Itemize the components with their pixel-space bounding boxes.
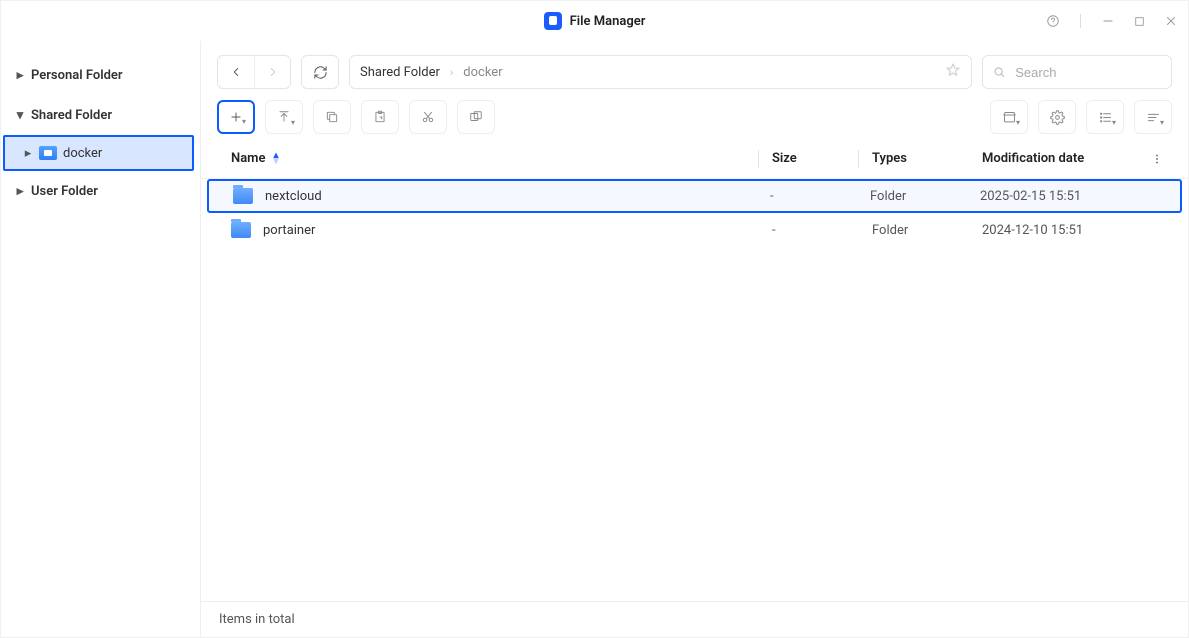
maximize-button[interactable]: [1133, 15, 1146, 28]
chevron-right-icon: ›: [450, 66, 453, 79]
chevron-right-icon: ▸: [15, 184, 25, 199]
sidebar-item-label: Shared Folder: [31, 108, 112, 123]
column-header-date[interactable]: Modification date: [982, 151, 1142, 166]
file-size: -: [772, 223, 872, 238]
settings-button[interactable]: [1038, 100, 1076, 134]
cut-button[interactable]: [409, 100, 447, 134]
file-name: nextcloud: [265, 189, 322, 204]
nav-back-button[interactable]: [218, 56, 254, 88]
sort-button[interactable]: ▾: [1134, 100, 1172, 134]
sidebar-item-docker[interactable]: ▸ docker: [3, 135, 194, 171]
sidebar-item-label: docker: [63, 146, 102, 161]
column-label: Modification date: [982, 151, 1084, 166]
chevron-down-icon: ▾: [242, 117, 246, 126]
archive-button[interactable]: ▾: [990, 100, 1028, 134]
refresh-button[interactable]: [301, 55, 339, 89]
app-icon: [544, 12, 562, 30]
file-list: nextcloud - Folder 2025-02-15 15:51 port…: [201, 179, 1188, 601]
column-options-button[interactable]: [1142, 152, 1172, 166]
nav-forward-button[interactable]: [254, 56, 290, 88]
sidebar-item-user-folder[interactable]: ▸ User Folder: [1, 171, 200, 211]
sidebar-item-shared-folder[interactable]: ▾ Shared Folder: [1, 95, 200, 135]
help-button[interactable]: [1046, 14, 1060, 28]
table-row[interactable]: portainer - Folder 2024-12-10 15:51: [207, 213, 1182, 247]
separator: [858, 150, 859, 168]
shared-folder-icon: [39, 146, 57, 160]
table-header: Name ▴▾ Size Types Modification date: [201, 139, 1188, 179]
toolbar-actions: ▾ ▾: [201, 89, 1188, 139]
status-text: Items in total: [219, 612, 295, 627]
sidebar: ▸ Personal Folder ▾ Shared Folder ▸ dock…: [1, 41, 201, 637]
file-type: Folder: [872, 223, 982, 238]
chevron-down-icon: ▾: [15, 108, 25, 123]
paste-button[interactable]: [361, 100, 399, 134]
status-bar: Items in total: [201, 601, 1188, 637]
app-title: File Manager: [570, 14, 646, 29]
file-size: -: [770, 189, 870, 204]
duplicate-button[interactable]: [457, 100, 495, 134]
search-icon: [993, 65, 1005, 79]
file-type: Folder: [870, 189, 980, 204]
separator: [1080, 14, 1081, 28]
upload-button[interactable]: ▾: [265, 100, 303, 134]
column-header-name[interactable]: Name ▴▾: [217, 151, 772, 166]
column-label: Name: [231, 151, 265, 166]
column-header-types[interactable]: Types: [872, 151, 982, 166]
table-row[interactable]: nextcloud - Folder 2025-02-15 15:51: [207, 179, 1182, 213]
chevron-down-icon: ▾: [291, 118, 295, 127]
chevron-right-icon: ▸: [23, 146, 33, 161]
view-list-button[interactable]: ▾: [1086, 100, 1124, 134]
sidebar-item-personal-folder[interactable]: ▸ Personal Folder: [1, 55, 200, 95]
sort-indicator-icon: ▴▾: [273, 153, 278, 165]
search-box[interactable]: [982, 55, 1172, 89]
column-label: Types: [872, 151, 907, 166]
chevron-right-icon: ▸: [15, 68, 25, 83]
column-header-size[interactable]: Size: [772, 151, 872, 166]
folder-icon: [233, 188, 253, 204]
folder-icon: [231, 222, 251, 238]
breadcrumb-segment-current[interactable]: docker: [463, 65, 502, 80]
file-date: 2025-02-15 15:51: [980, 189, 1140, 204]
sidebar-item-label: Personal Folder: [31, 68, 123, 83]
chevron-down-icon: ▾: [1160, 118, 1164, 127]
file-name: portainer: [263, 223, 315, 238]
chevron-down-icon: ▾: [1112, 118, 1116, 127]
file-date: 2024-12-10 15:51: [982, 223, 1142, 238]
breadcrumb: Shared Folder › docker: [349, 55, 972, 89]
toolbar-navigation: Shared Folder › docker: [201, 41, 1188, 89]
copy-button[interactable]: [313, 100, 351, 134]
search-input[interactable]: [1013, 64, 1161, 81]
sidebar-item-label: User Folder: [31, 184, 98, 199]
minimize-button[interactable]: [1101, 14, 1115, 28]
column-label: Size: [772, 151, 797, 166]
titlebar: File Manager: [1, 1, 1188, 41]
new-button[interactable]: ▾: [217, 100, 255, 134]
breadcrumb-segment[interactable]: Shared Folder: [360, 65, 440, 80]
separator: [758, 150, 759, 168]
chevron-down-icon: ▾: [1016, 118, 1020, 127]
close-button[interactable]: [1164, 14, 1178, 28]
favorite-star-button[interactable]: [945, 62, 961, 82]
